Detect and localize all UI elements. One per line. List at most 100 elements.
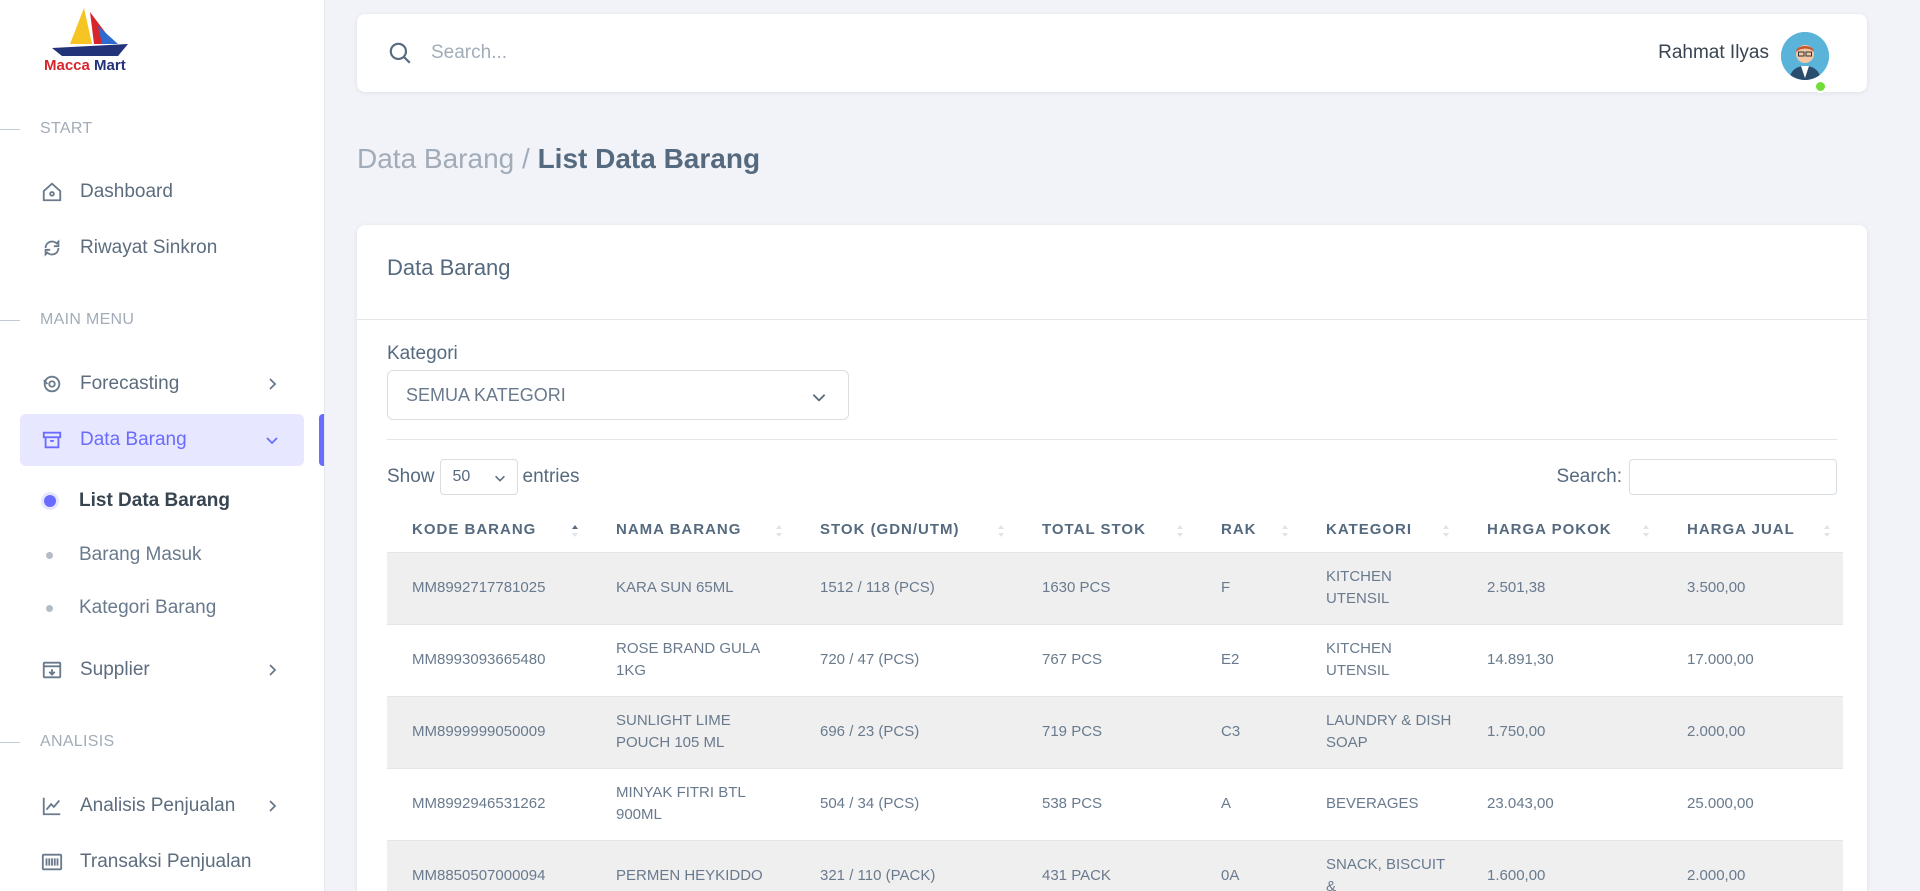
sort-icon: [1824, 525, 1830, 537]
column-header-rak[interactable]: RAK: [1196, 508, 1301, 552]
cell-nama-barang: PERMEN HEYKIDDO: [591, 839, 795, 891]
cell-kategori: KITCHEN UTENSIL: [1301, 623, 1462, 696]
chevron-down-icon: [266, 437, 278, 445]
sidebar-subitem-barang-masuk[interactable]: Barang Masuk: [40, 540, 202, 570]
sort-icon: [1443, 525, 1449, 537]
cell-kategori: SNACK, BISCUIT &: [1301, 839, 1462, 891]
cell-rak: 0A: [1196, 839, 1301, 891]
cell-total-stok: 538 PCS: [1017, 767, 1196, 840]
show-label: Show: [387, 466, 435, 487]
table-row[interactable]: MM8992946531262 MINYAK FITRI BTL 900ML 5…: [387, 767, 1843, 840]
cell-stok: 720 / 47 (PCS): [795, 623, 1017, 696]
avatar[interactable]: [1781, 32, 1829, 80]
chevron-down-icon: [494, 475, 505, 482]
cell-rak: F: [1196, 551, 1301, 624]
chevron-right-icon: [269, 378, 277, 390]
sort-icon: [776, 525, 782, 537]
sidebar-item-label: Riwayat Sinkron: [80, 237, 218, 258]
sidebar-item-forecasting[interactable]: Forecasting: [20, 358, 304, 410]
breadcrumb: Data Barang / List Data Barang: [357, 143, 760, 175]
column-header-total-stok[interactable]: TOTAL STOK: [1017, 508, 1196, 552]
cell-total-stok: 767 PCS: [1017, 623, 1196, 696]
sidebar-subitem-kategori-barang[interactable]: Kategori Barang: [40, 593, 216, 623]
kategori-label: Kategori: [387, 343, 458, 364]
sidebar-item-label: Dashboard: [80, 181, 173, 202]
kategori-select[interactable]: SEMUA KATEGORI: [387, 370, 849, 420]
data-barang-card: Data Barang Kategori SEMUA KATEGORI Show…: [357, 225, 1867, 891]
sort-icon: [1643, 525, 1649, 537]
table-row[interactable]: MM8850507000094 PERMEN HEYKIDDO 321 / 11…: [387, 839, 1843, 891]
sort-icon: [1177, 525, 1183, 537]
sidebar: Macca Mart START Dashboard Riwayat Sinkr…: [0, 0, 325, 891]
bullet-icon: [46, 604, 53, 612]
sidebar-item-analisis-penjualan[interactable]: Analisis Penjualan: [20, 780, 304, 832]
cell-rak: A: [1196, 767, 1301, 840]
cell-kategori: BEVERAGES: [1301, 767, 1462, 840]
table-row[interactable]: MM8993093665480 ROSE BRAND GULA 1KG 720 …: [387, 623, 1843, 696]
breadcrumb-parent[interactable]: Data Barang /: [357, 143, 530, 174]
boat-logo-icon: [52, 8, 128, 56]
divider: [357, 319, 1867, 320]
cell-stok: 504 / 34 (PCS): [795, 767, 1017, 840]
divider: [387, 439, 1837, 440]
section-analisis: ANALISIS: [0, 732, 114, 752]
kategori-selected-value: SEMUA KATEGORI: [406, 384, 566, 405]
table-row[interactable]: MM8999999050009 SUNLIGHT LIME POUCH 105 …: [387, 695, 1843, 768]
archive-icon: [40, 428, 64, 452]
table-header-row: KODE BARANG NAMA BARANG STOK (GDN/UTM) T…: [387, 508, 1843, 552]
sidebar-item-data-barang[interactable]: Data Barang: [20, 414, 304, 466]
sidebar-item-label: Analisis Penjualan: [80, 795, 236, 816]
entries-selected-value: 50: [452, 468, 471, 485]
sidebar-item-supplier[interactable]: Supplier: [20, 644, 304, 696]
sidebar-subitem-label: Kategori Barang: [79, 597, 217, 618]
cell-kode-barang: MM8992946531262: [387, 767, 591, 840]
cell-harga-jual: 2.000,00: [1662, 839, 1843, 891]
column-header-kode-barang[interactable]: KODE BARANG: [387, 508, 591, 552]
home-icon: [40, 180, 64, 204]
brand-name: Macca Mart: [44, 57, 126, 74]
sidebar-item-label: Supplier: [80, 659, 150, 680]
macca-mart-logo[interactable]: Macca Mart: [40, 4, 140, 76]
section-main-menu: MAIN MENU: [0, 310, 134, 330]
column-header-nama-barang[interactable]: NAMA BARANG: [591, 508, 795, 552]
cell-kategori: KITCHEN UTENSIL: [1301, 551, 1462, 624]
sidebar-item-label: Forecasting: [80, 373, 180, 394]
cell-nama-barang: SUNLIGHT LIME POUCH 105 ML: [591, 695, 795, 768]
global-search-input[interactable]: [431, 38, 1131, 68]
sync-icon: [40, 236, 64, 260]
cell-harga-jual: 3.500,00: [1662, 551, 1843, 624]
cell-kode-barang: MM8999999050009: [387, 695, 591, 768]
section-start: START: [0, 119, 92, 139]
entries-length-control: Show 50 entries: [387, 459, 580, 495]
column-header-harga-jual[interactable]: HARGA JUAL: [1662, 508, 1843, 552]
table-row[interactable]: MM8992717781025 KARA SUN 65ML 1512 / 118…: [387, 551, 1843, 624]
column-header-stok[interactable]: STOK (GDN/UTM): [795, 508, 1017, 552]
cell-harga-pokok: 14.891,30: [1462, 623, 1662, 696]
sidebar-item-dashboard[interactable]: Dashboard: [20, 166, 304, 218]
forecast-icon: [40, 372, 64, 396]
chevron-down-icon: [812, 394, 826, 402]
table-search-input[interactable]: [1629, 459, 1837, 495]
top-navbar: Rahmat Ilyas: [357, 14, 1867, 93]
bullet-icon: [46, 551, 53, 559]
cell-kode-barang: MM8992717781025: [387, 551, 591, 624]
page-title: List Data Barang: [537, 143, 761, 174]
sidebar-item-transaksi-penjualan[interactable]: Transaksi Penjualan: [20, 836, 304, 888]
cell-stok: 1512 / 118 (PCS): [795, 551, 1017, 624]
cell-rak: C3: [1196, 695, 1301, 768]
cell-harga-pokok: 23.043,00: [1462, 767, 1662, 840]
cell-kategori: LAUNDRY & DISH SOAP: [1301, 695, 1462, 768]
sort-asc-icon: [572, 525, 578, 537]
user-name[interactable]: Rahmat Ilyas: [1658, 42, 1769, 64]
column-header-harga-pokok[interactable]: HARGA POKOK: [1462, 508, 1662, 552]
entries-select[interactable]: 50: [439, 459, 518, 495]
cell-stok: 696 / 23 (PCS): [795, 695, 1017, 768]
barcode-icon: [40, 850, 64, 874]
cell-harga-pokok: 1.600,00: [1462, 839, 1662, 891]
sidebar-subitem-label: Barang Masuk: [79, 544, 202, 565]
sidebar-subitem-list-data-barang[interactable]: List Data Barang: [40, 486, 230, 516]
sidebar-item-riwayat-sinkron[interactable]: Riwayat Sinkron: [20, 222, 304, 274]
entries-label: entries: [522, 466, 580, 487]
cell-harga-jual: 25.000,00: [1662, 767, 1843, 840]
column-header-kategori[interactable]: KATEGORI: [1301, 508, 1462, 552]
